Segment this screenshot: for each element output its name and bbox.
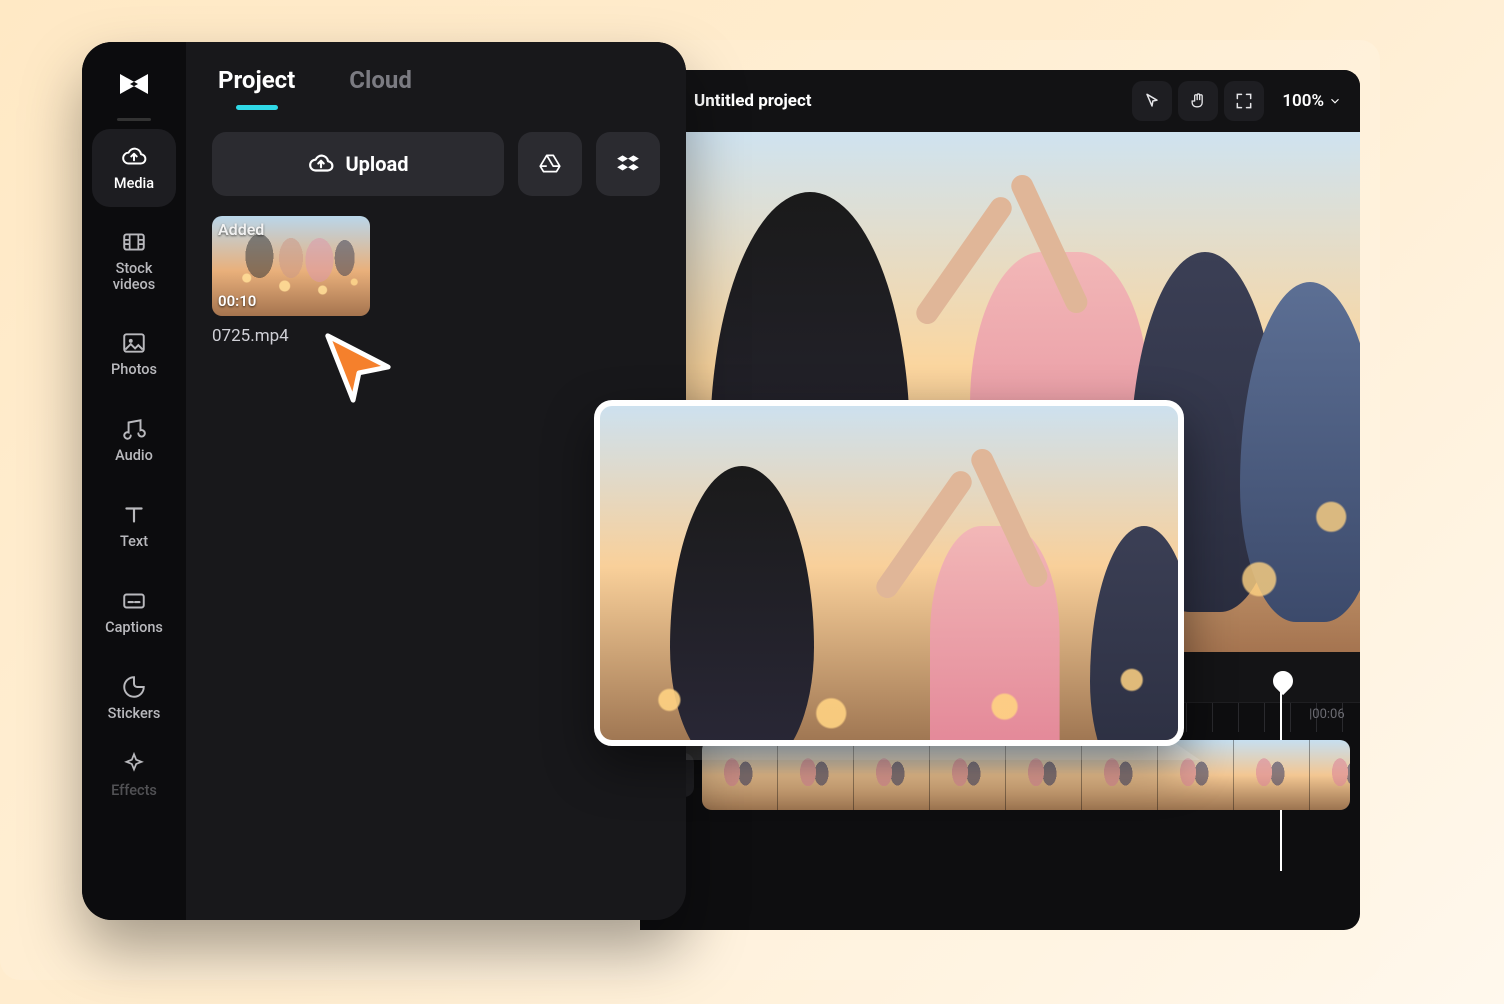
sidebar-item-label: Stock videos bbox=[113, 261, 156, 293]
timeline-frame bbox=[1158, 740, 1234, 810]
logo-divider bbox=[117, 118, 151, 121]
film-icon bbox=[121, 229, 147, 255]
tab-project[interactable]: Project bbox=[218, 66, 295, 108]
timeline-frame bbox=[702, 740, 778, 810]
sidebar-item-label: Stickers bbox=[108, 706, 161, 722]
timeline-frame bbox=[778, 740, 854, 810]
sidebar-item-label: Photos bbox=[111, 362, 157, 378]
cloud-upload-icon bbox=[121, 144, 147, 170]
sidebar-item-label: Text bbox=[120, 534, 148, 550]
tab-cloud[interactable]: Cloud bbox=[349, 66, 412, 108]
drag-preview-card bbox=[594, 400, 1184, 746]
cloud-upload-icon bbox=[308, 151, 334, 177]
project-title[interactable]: Untitled project bbox=[694, 91, 812, 111]
chevron-down-icon bbox=[1328, 94, 1342, 108]
zoom-dropdown[interactable]: 100% bbox=[1270, 91, 1342, 111]
hand-tool-button[interactable] bbox=[1178, 81, 1218, 121]
zoom-value: 100% bbox=[1282, 91, 1324, 111]
fullscreen-button[interactable] bbox=[1224, 81, 1264, 121]
tutorial-cursor-icon bbox=[318, 328, 396, 406]
music-note-icon bbox=[121, 416, 147, 442]
timeline-frame bbox=[1082, 740, 1158, 810]
upload-button[interactable]: Upload bbox=[212, 132, 504, 196]
google-drive-icon bbox=[537, 151, 563, 177]
dropbox-button[interactable] bbox=[596, 132, 660, 196]
clip-thumbnail[interactable]: Added 00:10 bbox=[212, 216, 370, 316]
google-drive-button[interactable] bbox=[518, 132, 582, 196]
sidebar-item-media[interactable]: Media bbox=[92, 129, 176, 207]
sidebar-item-captions[interactable]: Captions bbox=[92, 573, 176, 651]
sidebar-item-label: Media bbox=[114, 176, 154, 192]
sidebar-item-photos[interactable]: Photos bbox=[92, 315, 176, 393]
ruler-tick: |00:06 bbox=[1309, 707, 1345, 722]
timeline-frame bbox=[1310, 740, 1350, 810]
dropbox-icon bbox=[615, 151, 641, 177]
image-icon bbox=[121, 330, 147, 356]
sidebar-item-label: Captions bbox=[105, 620, 163, 636]
sidebar-item-stock-videos[interactable]: Stock videos bbox=[92, 215, 176, 307]
timeline-frame bbox=[1234, 740, 1310, 810]
cursor-icon bbox=[1142, 91, 1162, 111]
sidebar-item-audio[interactable]: Audio bbox=[92, 401, 176, 479]
side-nav: Media Stock videos Photos Audio bbox=[82, 42, 186, 920]
editor-header: Untitled project 100% bbox=[640, 70, 1360, 132]
capcut-logo-icon[interactable] bbox=[114, 64, 154, 104]
clip-grid: Added 00:10 0725.mp4 bbox=[186, 206, 686, 356]
sticker-icon bbox=[121, 674, 147, 700]
sparkle-icon bbox=[121, 751, 147, 777]
upload-button-label: Upload bbox=[346, 152, 409, 176]
select-tool-button[interactable] bbox=[1132, 81, 1172, 121]
sidebar-item-label: Audio bbox=[115, 448, 153, 464]
timeline-frame bbox=[930, 740, 1006, 810]
text-icon bbox=[121, 502, 147, 528]
sidebar-item-stickers[interactable]: Stickers bbox=[92, 659, 176, 737]
captions-icon bbox=[121, 588, 147, 614]
hand-icon bbox=[1188, 91, 1208, 111]
fullscreen-icon bbox=[1234, 91, 1254, 111]
timeline-frame bbox=[1006, 740, 1082, 810]
sidebar-item-label: Effects bbox=[111, 783, 157, 799]
clip-duration: 00:10 bbox=[218, 292, 256, 310]
sidebar-item-effects[interactable]: Effects bbox=[92, 745, 176, 805]
clip-card[interactable]: Added 00:10 0725.mp4 bbox=[212, 216, 370, 346]
clip-status-badge: Added bbox=[218, 220, 264, 239]
timeline-video-track[interactable] bbox=[702, 740, 1350, 810]
sidebar-item-text[interactable]: Text bbox=[92, 487, 176, 565]
media-tabs: Project Cloud bbox=[186, 42, 686, 108]
timeline-frame bbox=[854, 740, 930, 810]
upload-row: Upload bbox=[186, 108, 686, 206]
